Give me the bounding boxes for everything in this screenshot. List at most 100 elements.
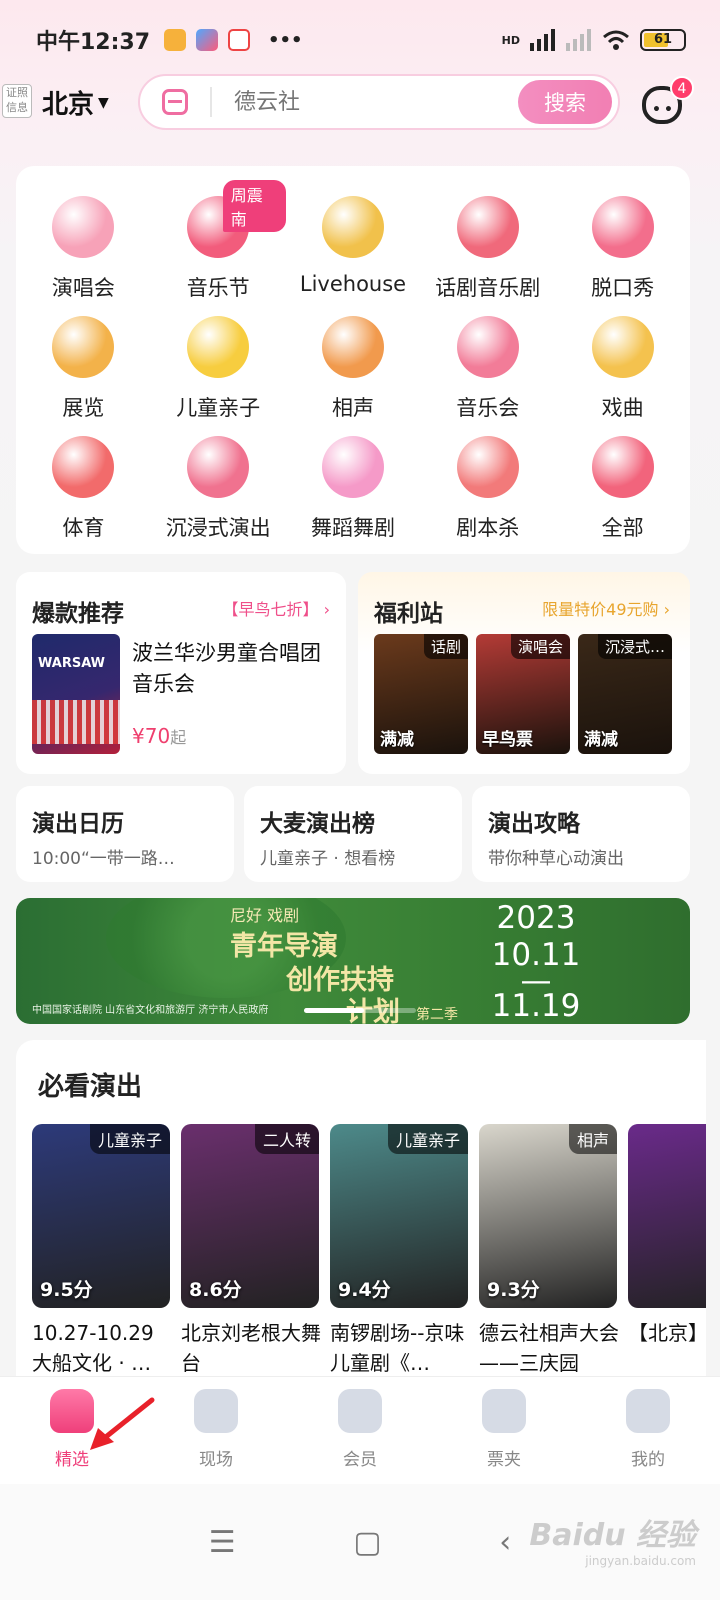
category-label: 相声 <box>331 396 374 420</box>
search-input[interactable] <box>234 89 518 115</box>
show-card[interactable]: 二人转 8.6分 北京刘老根大舞台 <box>181 1124 321 1378</box>
detective-hat-icon <box>456 436 519 498</box>
stage-curtain-icon <box>456 196 519 258</box>
show-card[interactable]: 相声 9.3分 德云社相声大会——三庆园 <box>479 1124 619 1378</box>
category-item[interactable]: Livehouse <box>286 194 421 306</box>
tab-live[interactable]: 现场 <box>144 1377 288 1484</box>
category-label: 沉浸式演出 <box>165 516 271 540</box>
tab-profile[interactable]: 我的 <box>576 1377 720 1484</box>
category-label: 展览 <box>62 396 105 420</box>
welfare-item-label: 早鸟票 <box>482 730 533 750</box>
picture-frame-icon <box>52 316 115 378</box>
show-poster <box>628 1124 706 1308</box>
category-item[interactable]: 剧本杀 <box>420 434 555 546</box>
fan-scroll-icon <box>321 316 384 378</box>
welfare-item-tag: 演唱会 <box>510 634 570 659</box>
category-item[interactable]: 体育 <box>16 434 151 546</box>
category-item[interactable]: 相声 <box>286 314 421 426</box>
banner-brand: 尼好 戏剧 <box>230 906 300 925</box>
back-icon[interactable]: ‹ <box>499 1525 511 1560</box>
category-item[interactable]: 脱口秀 <box>555 194 690 306</box>
promo-banner[interactable]: 尼好 戏剧 青年导演 创作扶持 计划 第二季 2023 10.11 — 11.1… <box>16 898 690 1024</box>
tab-label: 我的 <box>631 1450 665 1470</box>
red-arrow-annotation <box>90 1397 155 1450</box>
category-label: 剧本杀 <box>456 516 520 540</box>
banner-date-dash: — <box>520 963 552 999</box>
signal-2-icon <box>566 29 591 51</box>
city-selector[interactable]: 北京 ▼ <box>42 84 109 121</box>
live-icon <box>194 1389 238 1433</box>
show-poster: 儿童亲子 9.5分 <box>32 1124 170 1308</box>
category-item[interactable]: 儿童亲子 <box>151 314 286 426</box>
welfare-promo-link[interactable]: 限量特价49元购 › <box>542 596 670 620</box>
search-button[interactable]: 搜索 <box>518 80 612 124</box>
category-label: 脱口秀 <box>591 276 655 300</box>
tab-label: 会员 <box>343 1450 377 1470</box>
welfare-item-tag: 沉浸式… <box>597 634 672 659</box>
show-score: 8.6分 <box>189 1279 242 1301</box>
lips-icon <box>591 196 654 258</box>
hot-promo-link[interactable]: 【早鸟七折】 › <box>223 596 331 620</box>
scan-icon[interactable] <box>162 89 188 115</box>
show-card[interactable]: 儿童亲子 9.4分 南锣剧场--京味儿童剧《… <box>330 1124 468 1378</box>
category-item[interactable]: 音乐会 <box>420 314 555 426</box>
category-grid: 演唱会 周震南 音乐节 Livehouse 话剧音乐剧 脱口秀展览 儿童亲子 相声 音乐会 戏曲体… <box>16 166 690 546</box>
category-item[interactable]: 舞蹈舞剧 <box>286 434 421 546</box>
shortcut-tile[interactable]: 大麦演出榜 儿童亲子 · 想看榜 <box>244 786 462 882</box>
show-poster: 儿童亲子 9.4分 <box>330 1124 468 1308</box>
cert-info-button[interactable]: 证照信息 <box>2 84 32 118</box>
category-item[interactable]: 展览 <box>16 314 151 426</box>
category-item[interactable]: 全部 <box>555 434 690 546</box>
welfare-promo-text: 限量特价49元购 <box>542 600 659 619</box>
menu-icon[interactable]: ☰ <box>209 1525 236 1560</box>
show-category-tag: 二人转 <box>254 1124 319 1154</box>
banner-line-3: 计划 <box>346 997 400 1024</box>
tile-subtitle: 儿童亲子 · 想看榜 <box>260 849 396 869</box>
category-item[interactable]: 周震南 音乐节 <box>151 180 286 306</box>
shortcut-tile[interactable]: 演出日历 10:00“一带一路… <box>16 786 234 882</box>
vr-headset-icon <box>187 436 250 498</box>
category-grid-card: 演唱会 周震南 音乐节 Livehouse 话剧音乐剧 脱口秀展览 儿童亲子 相声 音乐会 戏曲体… <box>16 166 690 554</box>
show-name: 【北京】全新巨 <box>628 1321 706 1345</box>
welfare-item[interactable]: 沉浸式… 满减 <box>578 634 672 754</box>
hot-poster[interactable]: WARSAW <box>32 634 120 754</box>
show-score: 9.4分 <box>338 1279 391 1301</box>
piano-icon <box>456 316 519 378</box>
welfare-card[interactable]: 福利站 限量特价49元购 › 话剧 满减 演唱会 早鸟票 沉浸式… 满减 <box>358 572 690 774</box>
tab-label: 现场 <box>199 1450 233 1470</box>
search-bar[interactable]: 搜索 <box>138 74 620 130</box>
tab-vip[interactable]: 会员 <box>288 1377 432 1484</box>
must-see-title: 必看演出 <box>38 1072 143 1102</box>
duck-icon <box>187 316 250 378</box>
grid-all-icon <box>591 436 654 498</box>
kitchen-app-icon <box>228 29 251 51</box>
category-item[interactable]: 演唱会 <box>16 194 151 306</box>
banner-organizers: 中国国家话剧院 山东省文化和旅游厅 济宁市人民政府 <box>32 1005 269 1016</box>
category-item[interactable]: 戏曲 <box>555 314 690 426</box>
category-item[interactable]: 话剧音乐剧 <box>420 194 555 306</box>
notification-icons: ••• <box>164 29 303 51</box>
welfare-title: 福利站 <box>374 601 443 627</box>
welfare-item[interactable]: 演唱会早鸟票 <box>476 634 570 754</box>
hot-show-name[interactable]: 波兰华沙男童合唱团音乐会 <box>132 638 332 700</box>
message-button[interactable]: •• 4 <box>640 76 694 124</box>
guitar-icon <box>321 196 384 258</box>
show-card[interactable]: 儿童亲子 9.5分 10.27-10.29 大船文化 · … <box>32 1124 170 1378</box>
show-name: 德云社相声大会——三庆园 <box>479 1321 619 1375</box>
welfare-item[interactable]: 话剧 满减 <box>374 634 468 754</box>
play-app-icon <box>196 29 219 51</box>
show-card[interactable]: 【北京】全新巨 <box>628 1124 706 1378</box>
welfare-item-label: 满减 <box>584 730 618 750</box>
tab-ticket[interactable]: 票夹 <box>432 1377 576 1484</box>
watermark-brand: Baidu 经验 <box>529 1518 696 1553</box>
category-tag: 周震南 <box>222 180 286 232</box>
home-square-icon[interactable]: ▢ <box>353 1525 381 1560</box>
tile-subtitle: 10:00“一带一路… <box>32 849 175 869</box>
show-score: 9.3分 <box>487 1279 540 1301</box>
shortcut-tile[interactable]: 演出攻略 带你种草心动演出 <box>472 786 690 882</box>
show-score: 9.5分 <box>40 1279 93 1301</box>
microphone-icon <box>52 196 115 258</box>
category-item[interactable]: 沉浸式演出 <box>151 434 286 546</box>
hot-recommend-card[interactable]: 爆款推荐 【早鸟七折】 › WARSAW 波兰华沙男童合唱团音乐会 ¥70起 <box>16 572 346 774</box>
folding-fan-icon <box>591 316 654 378</box>
